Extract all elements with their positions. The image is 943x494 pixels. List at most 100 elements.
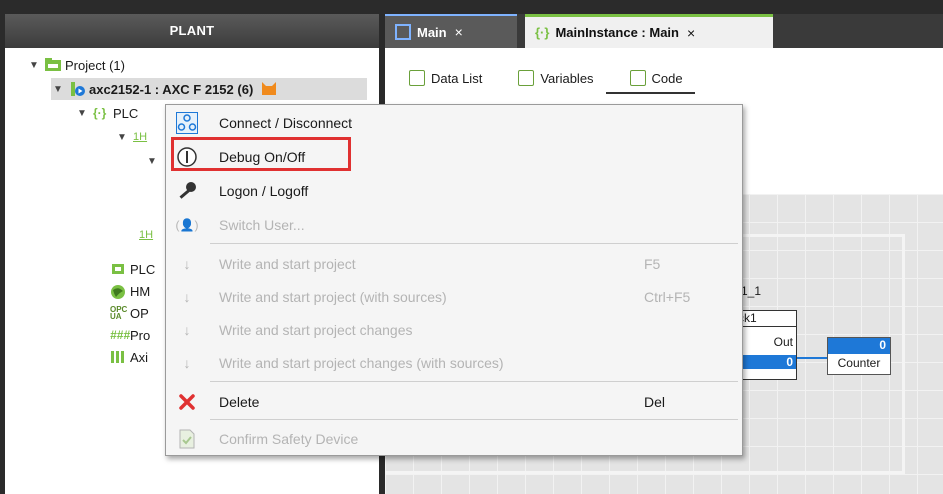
editor-subtabs: Data List Variables Code (385, 64, 695, 94)
profinet-icon: ### (110, 328, 131, 342)
axioline-icon (110, 350, 126, 364)
menu-label: Switch User... (219, 216, 305, 233)
tab-main-label: Main (417, 24, 447, 40)
plc-bracket-icon: {·} (93, 106, 107, 120)
opc-ua-icon: OPC UA (110, 305, 128, 321)
tree-label-project: Project (1) (65, 57, 125, 73)
tree-label-axioline: Axi (130, 349, 149, 365)
cat-badge-icon (261, 80, 277, 99)
connect-icon (176, 111, 198, 134)
subtab-code-label: Code (651, 70, 683, 86)
menu-label: Write and start project changes (with so… (219, 354, 504, 371)
tree-item-sub[interactable]: ▼ (145, 150, 163, 172)
menu-label: Connect / Disconnect (219, 114, 353, 131)
tree-item-axioline[interactable]: Axi (110, 346, 148, 368)
write-changes-icon: ↓ (183, 321, 191, 338)
menu-item-confirm-safety[interactable]: Confirm Safety Device (166, 422, 742, 455)
chevron-down-icon[interactable]: ▼ (27, 60, 41, 71)
close-icon[interactable]: × (455, 24, 463, 40)
write-changes-sources-icon: ↓ (183, 354, 191, 371)
chevron-down-icon[interactable]: ▼ (75, 108, 89, 119)
context-menu: Connect / Disconnect Debug On/Off Logon … (165, 104, 743, 456)
subtab-data-list[interactable]: Data List (385, 64, 494, 94)
menu-item-switch-user[interactable]: (👤) Switch User... (166, 208, 742, 241)
chevron-down-icon[interactable]: ▼ (51, 84, 65, 95)
tree-item-plc[interactable]: ▼ {·} PLC (75, 102, 138, 124)
chevron-down-icon[interactable]: ▼ (115, 132, 129, 143)
menu-label: Logon / Logoff (219, 182, 309, 199)
instance-bracket-icon: {·} (535, 25, 550, 40)
tree-item-hmi[interactable]: HM (110, 280, 150, 302)
tree-label-profinet: Pro (130, 327, 151, 343)
confirm-safety-icon (176, 428, 198, 450)
menu-label: Delete (219, 393, 260, 410)
subtab-variables[interactable]: Variables (494, 64, 605, 94)
write-start-sources-icon: ↓ (183, 288, 191, 305)
close-icon[interactable]: × (687, 25, 695, 41)
tab-main[interactable]: Main × (385, 14, 517, 48)
chip-icon (110, 262, 126, 276)
switch-user-icon: (👤) (175, 217, 199, 232)
menu-separator (210, 243, 738, 244)
tree-label-opc: OP (130, 305, 149, 321)
function-block-output-label: Out (773, 335, 793, 349)
variable-counter[interactable]: 0 Counter (827, 337, 891, 375)
menu-item-write-changes-sources[interactable]: ↓ Write and start project changes (with … (166, 346, 742, 379)
function-block[interactable]: ck1 Out 0 (735, 310, 797, 380)
menu-shortcut: Del (644, 393, 666, 410)
tree-label-plcnext: PLC (130, 261, 156, 277)
editor-tab-strip: Main × {·} MainInstance : Main × (385, 14, 943, 48)
menu-separator (210, 381, 738, 382)
tree-item-opc[interactable]: OPC UA OP (110, 302, 149, 324)
subtab-data-list-label: Data List (431, 70, 483, 86)
chevron-down-icon[interactable]: ▼ (145, 156, 159, 167)
variables-icon (518, 70, 535, 86)
data-list-icon (409, 70, 425, 86)
subtab-code[interactable]: Code (605, 64, 695, 94)
function-block-name: ck1 (736, 311, 796, 327)
tree-item-hl-2[interactable]: 1H (139, 224, 153, 246)
write-start-icon: ↓ (183, 255, 191, 272)
plant-panel-header: PLANT (5, 14, 379, 48)
connection-wire[interactable] (797, 357, 827, 359)
project-folder-icon (45, 58, 61, 72)
menu-item-connect-disconnect[interactable]: Connect / Disconnect (166, 106, 742, 139)
tree-label-hmi: HM (130, 283, 151, 299)
menu-item-debug-on-off[interactable]: Debug On/Off (166, 140, 742, 173)
tab-maininstance[interactable]: {·} MainInstance : Main × (525, 14, 773, 48)
tree-item-plcnext[interactable]: PLC (110, 258, 155, 280)
menu-shortcut: F5 (644, 255, 661, 272)
debug-icon (176, 146, 198, 168)
menu-separator (210, 419, 738, 420)
menu-item-delete[interactable]: Delete Del (166, 385, 742, 418)
tree-label-plc: PLC (113, 105, 139, 121)
menu-label: Write and start project (219, 255, 356, 272)
subtab-variables-label: Variables (540, 70, 594, 86)
key-icon (176, 180, 198, 202)
function-block-value-bar: 0 (736, 355, 796, 369)
controller-icon (69, 82, 85, 96)
menu-label: Debug On/Off (219, 148, 306, 165)
menu-label: Write and start project changes (219, 321, 413, 338)
tree-label-hl-2: 1H (139, 229, 154, 241)
menu-item-write-start-sources[interactable]: ↓ Write and start project (with sources)… (166, 280, 742, 313)
tree-item-profinet[interactable]: ### Pro (110, 324, 150, 346)
delete-icon (176, 391, 198, 413)
tab-maininstance-label: MainInstance : Main (555, 25, 679, 40)
function-block-value: 0 (786, 355, 793, 369)
code-icon (629, 70, 646, 86)
tree-item-controller[interactable]: ▼ axc2152-1 : AXC F 2152 (6) (51, 78, 367, 100)
menu-item-write-start[interactable]: ↓ Write and start project F5 (166, 247, 742, 280)
counter-value: 0 (828, 338, 890, 354)
tree-item-project[interactable]: ▼ Project (1) (27, 54, 125, 76)
tree-label-controller: axc2152-1 : AXC F 2152 (6) (89, 81, 254, 97)
tree-label-hl: 1H (133, 131, 148, 143)
menu-label: Write and start project (with sources) (219, 288, 447, 305)
menu-label: Confirm Safety Device (219, 430, 359, 447)
menu-item-logon-logoff[interactable]: Logon / Logoff (166, 174, 742, 207)
main-tab-icon (395, 24, 411, 40)
tree-item-hl[interactable]: ▼ 1H (115, 126, 147, 148)
globe-icon (110, 284, 126, 299)
menu-item-write-changes[interactable]: ↓ Write and start project changes (166, 313, 742, 346)
menu-shortcut: Ctrl+F5 (644, 288, 691, 305)
